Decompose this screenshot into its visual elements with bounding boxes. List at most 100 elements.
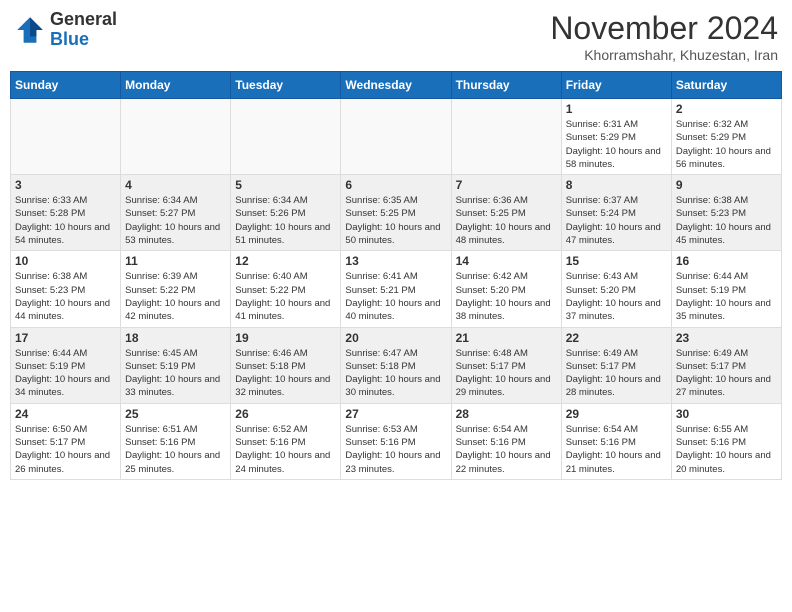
day-number: 26	[235, 407, 336, 421]
day-number: 2	[676, 102, 777, 116]
day-number: 21	[456, 331, 557, 345]
table-row: 10Sunrise: 6:38 AMSunset: 5:23 PMDayligh…	[11, 251, 121, 327]
day-number: 9	[676, 178, 777, 192]
table-row: 1Sunrise: 6:31 AMSunset: 5:29 PMDaylight…	[561, 99, 671, 175]
day-info: Sunrise: 6:39 AMSunset: 5:22 PMDaylight:…	[125, 270, 226, 323]
table-row: 13 Sunrise: 6:41 AMSunset: 5:21 PMDayligh…	[341, 251, 451, 327]
table-row	[341, 99, 451, 175]
day-info: Sunrise: 6:49 AMSunset: 5:17 PMDaylight:…	[676, 347, 777, 400]
table-row: 30 Sunrise: 6:55 AMSunset: 5:16 PMDayligh…	[671, 403, 781, 479]
calendar: SundayMondayTuesdayWednesdayThursdayFrid…	[10, 71, 782, 480]
day-number: 16	[676, 254, 777, 268]
day-info: Sunrise: 6:46 AMSunset: 5:18 PMDaylight:…	[235, 347, 336, 400]
day-number: 30	[676, 407, 777, 421]
day-number: 17	[15, 331, 116, 345]
calendar-week-row: 3Sunrise: 6:33 AMSunset: 5:28 PMDaylight…	[11, 175, 782, 251]
day-number: 24	[15, 407, 116, 421]
table-row: 16Sunrise: 6:44 AMSunset: 5:19 PMDayligh…	[671, 251, 781, 327]
table-row: 5 Sunrise: 6:34 AMSunset: 5:26 PMDaylight…	[231, 175, 341, 251]
day-info: Sunrise: 6:52 AMSunset: 5:16 PMDaylight:…	[235, 423, 336, 476]
day-number: 5	[235, 178, 336, 192]
day-info: Sunrise: 6:43 AMSunset: 5:20 PMDaylight:…	[566, 270, 667, 323]
day-number: 25	[125, 407, 226, 421]
table-row: 14 Sunrise: 6:42 AMSunset: 5:20 PMDayligh…	[451, 251, 561, 327]
table-row: 19 Sunrise: 6:46 AMSunset: 5:18 PMDayligh…	[231, 327, 341, 403]
day-number: 8	[566, 178, 667, 192]
day-number: 20	[345, 331, 446, 345]
calendar-week-row: 1Sunrise: 6:31 AMSunset: 5:29 PMDaylight…	[11, 99, 782, 175]
day-info: Sunrise: 6:31 AMSunset: 5:29 PMDaylight:…	[566, 118, 667, 171]
day-number: 4	[125, 178, 226, 192]
day-info: Sunrise: 6:32 AMSunset: 5:29 PMDaylight:…	[676, 118, 777, 171]
table-row: 26 Sunrise: 6:52 AMSunset: 5:16 PMDayligh…	[231, 403, 341, 479]
table-row: 25 Sunrise: 6:51 AMSunset: 5:16 PMDayligh…	[121, 403, 231, 479]
day-info: Sunrise: 6:36 AMSunset: 5:25 PMDaylight:…	[456, 194, 557, 247]
day-info: Sunrise: 6:47 AMSunset: 5:18 PMDaylight:…	[345, 347, 446, 400]
weekday-header: Thursday	[451, 72, 561, 99]
table-row: 11 Sunrise: 6:39 AMSunset: 5:22 PMDayligh…	[121, 251, 231, 327]
logo-icon	[14, 14, 46, 46]
table-row	[451, 99, 561, 175]
day-number: 15	[566, 254, 667, 268]
day-info: Sunrise: 6:48 AMSunset: 5:17 PMDaylight:…	[456, 347, 557, 400]
page-header: General Blue November 2024 Khorramshahr,…	[10, 10, 782, 63]
weekday-header: Monday	[121, 72, 231, 99]
table-row: 21 Sunrise: 6:48 AMSunset: 5:17 PMDayligh…	[451, 327, 561, 403]
day-info: Sunrise: 6:50 AMSunset: 5:17 PMDaylight:…	[15, 423, 116, 476]
table-row: 9 Sunrise: 6:38 AMSunset: 5:23 PMDaylight…	[671, 175, 781, 251]
day-number: 14	[456, 254, 557, 268]
day-info: Sunrise: 6:45 AMSunset: 5:19 PMDaylight:…	[125, 347, 226, 400]
day-info: Sunrise: 6:44 AMSunset: 5:19 PMDaylight:…	[15, 347, 116, 400]
calendar-week-row: 24 Sunrise: 6:50 AMSunset: 5:17 PMDayligh…	[11, 403, 782, 479]
weekday-header: Wednesday	[341, 72, 451, 99]
day-number: 6	[345, 178, 446, 192]
day-number: 12	[235, 254, 336, 268]
table-row: 7 Sunrise: 6:36 AMSunset: 5:25 PMDaylight…	[451, 175, 561, 251]
day-number: 19	[235, 331, 336, 345]
day-number: 11	[125, 254, 226, 268]
table-row: 2 Sunrise: 6:32 AMSunset: 5:29 PMDaylight…	[671, 99, 781, 175]
table-row: 18 Sunrise: 6:45 AMSunset: 5:19 PMDayligh…	[121, 327, 231, 403]
day-number: 10	[15, 254, 116, 268]
day-number: 13	[345, 254, 446, 268]
day-number: 27	[345, 407, 446, 421]
table-row: 24 Sunrise: 6:50 AMSunset: 5:17 PMDayligh…	[11, 403, 121, 479]
day-info: Sunrise: 6:54 AMSunset: 5:16 PMDaylight:…	[566, 423, 667, 476]
day-number: 3	[15, 178, 116, 192]
month-title: November 2024	[550, 10, 778, 47]
day-info: Sunrise: 6:42 AMSunset: 5:20 PMDaylight:…	[456, 270, 557, 323]
table-row: 22 Sunrise: 6:49 AMSunset: 5:17 PMDayligh…	[561, 327, 671, 403]
table-row: 4 Sunrise: 6:34 AMSunset: 5:27 PMDaylight…	[121, 175, 231, 251]
day-info: Sunrise: 6:53 AMSunset: 5:16 PMDaylight:…	[345, 423, 446, 476]
day-info: Sunrise: 6:35 AMSunset: 5:25 PMDaylight:…	[345, 194, 446, 247]
day-info: Sunrise: 6:38 AMSunset: 5:23 PMDaylight:…	[676, 194, 777, 247]
day-number: 18	[125, 331, 226, 345]
table-row: 23Sunrise: 6:49 AMSunset: 5:17 PMDayligh…	[671, 327, 781, 403]
location: Khorramshahr, Khuzestan, Iran	[550, 47, 778, 63]
table-row	[231, 99, 341, 175]
day-info: Sunrise: 6:34 AMSunset: 5:26 PMDaylight:…	[235, 194, 336, 247]
table-row: 20 Sunrise: 6:47 AMSunset: 5:18 PMDayligh…	[341, 327, 451, 403]
table-row: 27 Sunrise: 6:53 AMSunset: 5:16 PMDayligh…	[341, 403, 451, 479]
table-row: 6 Sunrise: 6:35 AMSunset: 5:25 PMDaylight…	[341, 175, 451, 251]
day-number: 22	[566, 331, 667, 345]
day-info: Sunrise: 6:37 AMSunset: 5:24 PMDaylight:…	[566, 194, 667, 247]
table-row: 17 Sunrise: 6:44 AMSunset: 5:19 PMDayligh…	[11, 327, 121, 403]
weekday-header: Sunday	[11, 72, 121, 99]
day-number: 7	[456, 178, 557, 192]
logo: General Blue	[14, 10, 117, 50]
table-row: 3Sunrise: 6:33 AMSunset: 5:28 PMDaylight…	[11, 175, 121, 251]
day-info: Sunrise: 6:51 AMSunset: 5:16 PMDaylight:…	[125, 423, 226, 476]
calendar-week-row: 17 Sunrise: 6:44 AMSunset: 5:19 PMDayligh…	[11, 327, 782, 403]
day-info: Sunrise: 6:41 AMSunset: 5:21 PMDaylight:…	[345, 270, 446, 323]
day-info: Sunrise: 6:34 AMSunset: 5:27 PMDaylight:…	[125, 194, 226, 247]
day-info: Sunrise: 6:40 AMSunset: 5:22 PMDaylight:…	[235, 270, 336, 323]
weekday-header: Saturday	[671, 72, 781, 99]
day-info: Sunrise: 6:55 AMSunset: 5:16 PMDaylight:…	[676, 423, 777, 476]
table-row	[121, 99, 231, 175]
title-block: November 2024 Khorramshahr, Khuzestan, I…	[550, 10, 778, 63]
day-number: 28	[456, 407, 557, 421]
day-info: Sunrise: 6:49 AMSunset: 5:17 PMDaylight:…	[566, 347, 667, 400]
table-row: 15 Sunrise: 6:43 AMSunset: 5:20 PMDayligh…	[561, 251, 671, 327]
calendar-header-row: SundayMondayTuesdayWednesdayThursdayFrid…	[11, 72, 782, 99]
